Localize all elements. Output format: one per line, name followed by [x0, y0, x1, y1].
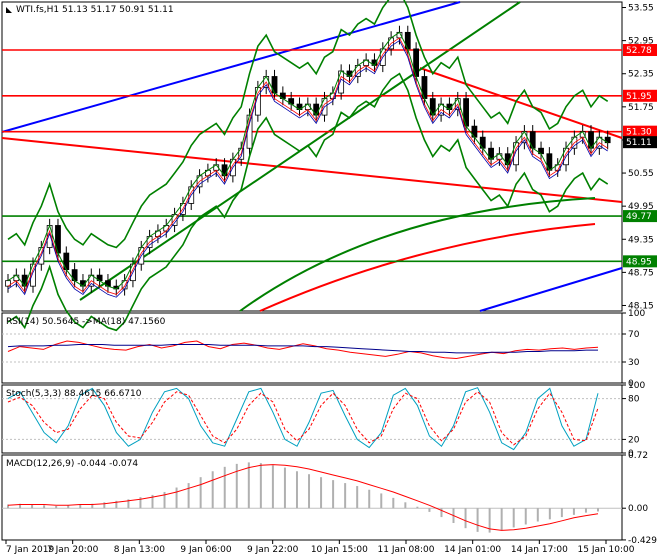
y-tick-label: 30	[628, 358, 640, 368]
y-tick-label: 0.00	[628, 504, 648, 514]
macd-title: MACD(12,26,9) -0.044 -0.074	[6, 459, 138, 469]
chart-window: 53.5552.9552.3551.7551.1550.5549.9549.35…	[0, 0, 660, 560]
y-tick-label: 80	[628, 395, 640, 405]
y-tick-label: 50.55	[628, 169, 654, 179]
x-tick-label: 15 Jan 10:00	[578, 545, 635, 555]
y-tick-label: 53.55	[628, 4, 654, 14]
x-tick-label: 7 Jan 20:00	[47, 545, 99, 555]
x-tick-label: 10 Jan 15:00	[311, 545, 368, 555]
level-tag-label: 51.95	[626, 92, 652, 102]
y-tick-label: 70	[628, 330, 640, 340]
y-tick-label: 20	[628, 435, 640, 445]
level-tag-label: 52.78	[626, 46, 652, 56]
x-tick-label: 11 Jan 08:00	[378, 545, 435, 555]
rsi-title: RSI(14) 50.5645 ->MA(18) 47.1560	[6, 317, 166, 327]
stoch-title: Stoch(5,3,3) 88.4615 66.6710	[6, 389, 142, 399]
y-tick-label: 48.75	[628, 268, 654, 278]
y-tick-label: 0.72	[628, 451, 648, 461]
y-tick-label: 100	[628, 381, 645, 391]
x-tick-label: 14 Jan 01:00	[444, 545, 501, 555]
x-tick-label: 14 Jan 17:00	[511, 545, 568, 555]
chart-svg: 53.5552.9552.3551.7551.1550.5549.9549.35…	[1, 0, 657, 555]
y-tick-label: 51.75	[628, 103, 654, 113]
level-tag-label: 48.95	[626, 257, 652, 267]
current-price-label: 51.11	[626, 138, 652, 148]
main-pane	[1, 1, 623, 312]
x-tick-label: 9 Jan 22:00	[247, 545, 299, 555]
x-tick-label: 8 Jan 13:00	[114, 545, 166, 555]
y-tick-label: 100	[628, 309, 645, 319]
y-tick-label: 52.35	[628, 70, 654, 80]
x-tick-label: 9 Jan 06:00	[180, 545, 232, 555]
y-tick-label: 49.35	[628, 235, 654, 245]
level-tag-label: 49.77	[626, 212, 652, 222]
main-chart-title: WTI.fs,H1 51.13 51.17 50.91 51.11	[16, 5, 174, 15]
